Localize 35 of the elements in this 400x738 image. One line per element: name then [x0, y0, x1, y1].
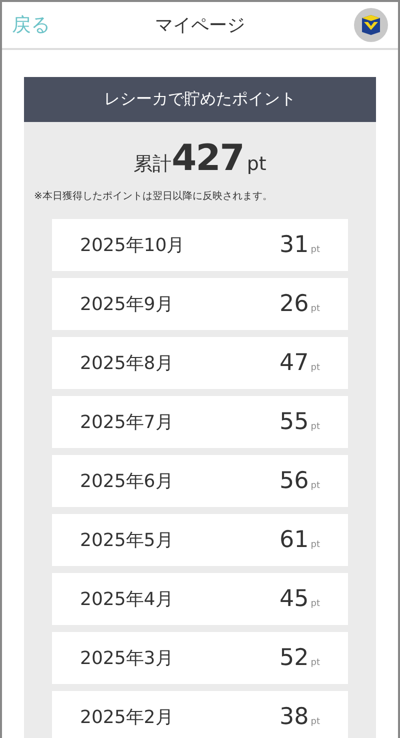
month-label: 2025年7月	[80, 411, 174, 434]
points-unit: pt	[310, 717, 320, 727]
month-label: 2025年2月	[80, 706, 174, 729]
note-text: ※本日獲得したポイントは翌日以降に反映されます。	[34, 190, 274, 203]
month-points: 47	[279, 350, 309, 376]
month-points: 45	[279, 586, 309, 612]
points-unit: pt	[310, 304, 320, 314]
month-label: 2025年4月	[80, 588, 174, 611]
month-points: 61	[279, 527, 309, 553]
points-unit: pt	[310, 481, 320, 491]
total-value: 427	[172, 138, 244, 179]
month-label: 2025年10月	[80, 234, 185, 257]
month-label: 2025年3月	[80, 647, 174, 670]
month-points: 26	[279, 291, 309, 317]
points-unit: pt	[310, 245, 320, 255]
month-label: 2025年6月	[80, 470, 174, 493]
points-unit: pt	[310, 422, 320, 432]
page-title: マイページ	[155, 15, 245, 36]
month-points: 52	[279, 645, 309, 671]
points-unit: pt	[310, 363, 320, 373]
month-points: 56	[279, 468, 309, 494]
month-points: 31	[279, 232, 309, 258]
back-link[interactable]: 戻る	[12, 12, 50, 38]
points-unit: pt	[310, 599, 320, 609]
total-label: 累計	[134, 152, 172, 177]
month-label: 2025年5月	[80, 529, 174, 552]
month-points: 55	[279, 409, 309, 435]
month-points: 38	[279, 704, 309, 730]
month-label: 2025年8月	[80, 352, 174, 375]
month-label: 2025年9月	[80, 293, 174, 316]
cube-logo-icon[interactable]	[354, 8, 388, 42]
points-unit: pt	[310, 540, 320, 550]
total-unit: pt	[246, 153, 266, 175]
points-unit: pt	[310, 658, 320, 668]
panel-title: レシーカで貯めたポイント	[24, 77, 376, 122]
